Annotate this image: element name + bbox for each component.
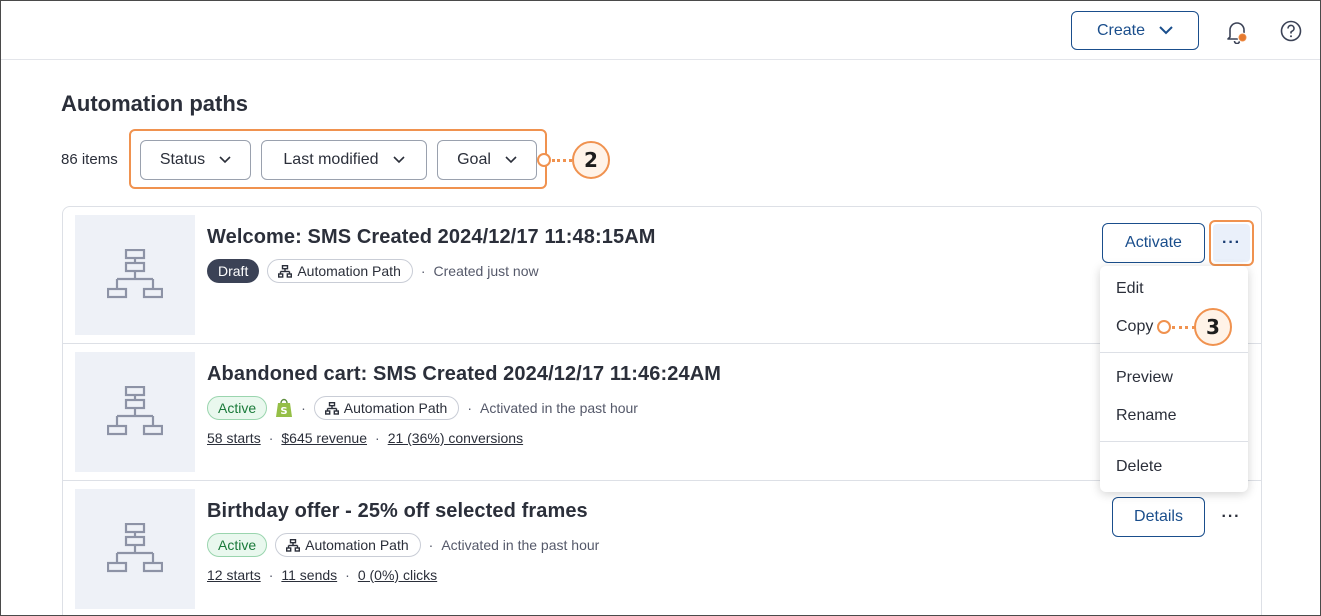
automation-meta: Active S · Automation Path · Activated i… [207,394,638,422]
automation-list: Welcome: SMS Created 2024/12/17 11:48:15… [62,206,1262,615]
automation-thumbnail [75,352,195,472]
flowchart-icon [324,401,339,415]
more-options-menu: Edit Copy Preview Rename Delete [1100,266,1248,492]
callout-anchor [1157,320,1171,334]
flowchart-icon [107,523,163,573]
callout-number: 2 [572,141,610,179]
more-options-button[interactable]: ··· [1216,503,1246,531]
separator: · [428,537,434,553]
flowchart-icon [107,249,163,299]
automation-meta: Active Automation Path · Activated in th… [207,531,599,559]
more-options-button[interactable]: ··· [1209,220,1254,266]
svg-text:S: S [281,406,288,417]
sends-link[interactable]: 11 sends [281,567,337,583]
flowchart-icon [107,386,163,436]
create-button[interactable]: Create [1071,11,1199,50]
last-modified-filter-label: Last modified [283,151,379,168]
chevron-down-icon [1159,26,1173,35]
bell-icon[interactable] [1226,20,1248,44]
automation-stats: 12 starts · 11 sends · 0 (0%) clicks [207,567,437,583]
create-button-label: Create [1096,21,1146,39]
list-item[interactable]: Birthday offer - 25% off selected frames… [63,481,1261,615]
conversions-link[interactable]: 21 (36%) conversions [388,430,523,446]
starts-link[interactable]: 12 starts [207,567,261,583]
separator: · [375,430,380,446]
separator: · [268,567,274,583]
automation-meta: Draft Automation Path · Created just now [207,257,539,285]
status-badge: Active [207,533,268,557]
ellipsis-icon: ··· [1213,224,1250,262]
automation-thumbnail [75,215,195,335]
type-label: Automation Path [305,537,409,553]
status-badge: Active [207,396,268,420]
list-item[interactable]: Abandoned cart: SMS Created 2024/12/17 1… [63,344,1261,481]
timestamp: Created just now [433,263,539,279]
automation-title[interactable]: Welcome: SMS Created 2024/12/17 11:48:15… [207,226,656,249]
callout-line [552,159,572,162]
callout-line [1172,326,1195,329]
type-pill: Automation Path [275,533,421,557]
separator: · [467,400,472,416]
chevron-down-icon [505,156,517,164]
menu-item-delete[interactable]: Delete [1116,458,1162,476]
chevron-down-icon [219,156,231,164]
flowchart-icon [286,538,301,552]
menu-divider [1100,441,1248,442]
help-icon[interactable] [1280,20,1302,42]
chevron-down-icon [393,156,405,164]
revenue-link[interactable]: $645 revenue [281,430,367,446]
shopify-bag-icon: S [276,398,293,417]
separator: · [268,430,274,446]
goal-filter[interactable]: Goal [437,140,537,180]
automation-thumbnail [75,489,195,609]
type-label: Automation Path [343,400,448,416]
goal-filter-label: Goal [457,151,491,168]
separator: · [420,263,426,279]
separator: · [301,400,306,416]
type-pill: Automation Path [313,396,460,420]
type-pill: Automation Path [267,259,413,283]
timestamp: Activated in the past hour [441,537,600,553]
menu-item-preview[interactable]: Preview [1116,369,1173,387]
clicks-link[interactable]: 0 (0%) clicks [358,567,437,583]
details-button[interactable]: Details [1112,497,1205,537]
flowchart-icon [278,264,293,278]
callout-anchor [537,153,551,167]
status-filter-label: Status [159,151,206,168]
callout-number: 3 [1194,308,1232,346]
status-badge: Draft [207,259,260,283]
status-filter[interactable]: Status [140,140,251,180]
menu-item-copy[interactable]: Copy [1116,318,1153,336]
ellipsis-icon: ··· [1221,508,1241,525]
automation-stats: 58 starts · $645 revenue · 21 (36%) conv… [207,430,523,446]
menu-item-edit[interactable]: Edit [1116,280,1144,298]
automation-title[interactable]: Abandoned cart: SMS Created 2024/12/17 1… [207,363,721,386]
automation-title[interactable]: Birthday offer - 25% off selected frames [207,500,588,523]
activate-button[interactable]: Activate [1102,223,1205,263]
type-label: Automation Path [297,263,401,279]
starts-link[interactable]: 58 starts [207,430,261,446]
top-bar: Create [1,1,1320,60]
timestamp: Activated in the past hour [479,400,638,416]
app-frame: Create Automation paths 86 items Status … [0,0,1321,616]
menu-item-rename[interactable]: Rename [1116,407,1176,425]
menu-divider [1100,352,1248,353]
separator: · [345,567,350,583]
item-count: 86 items [61,151,118,168]
page-title: Automation paths [61,91,248,116]
list-item[interactable]: Welcome: SMS Created 2024/12/17 11:48:15… [63,207,1261,344]
last-modified-filter[interactable]: Last modified [261,140,427,180]
